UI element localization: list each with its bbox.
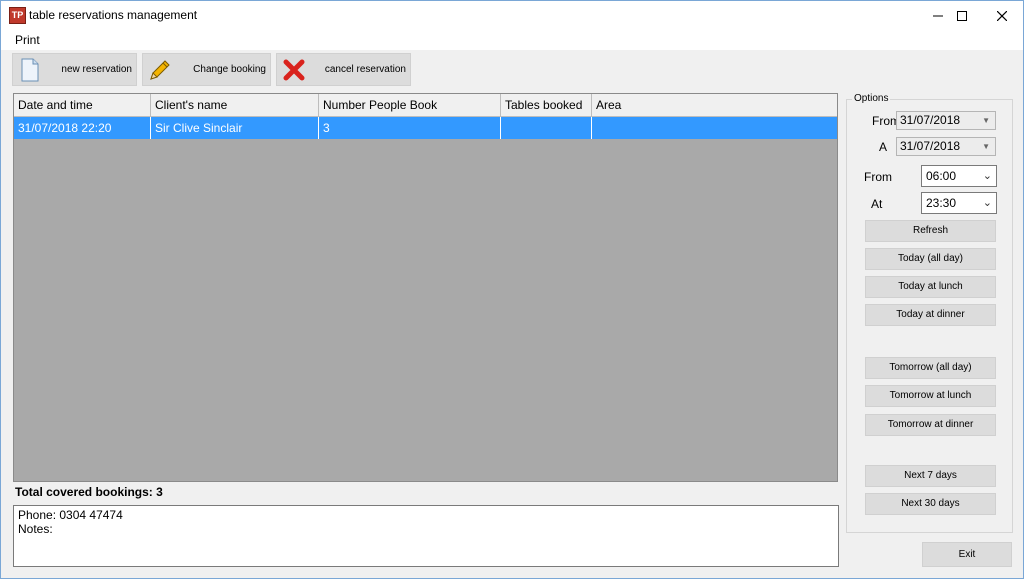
change-booking-label: Change booking bbox=[193, 64, 266, 75]
maximize-icon bbox=[957, 10, 967, 21]
dropdown-arrow-icon: ▼ bbox=[982, 142, 990, 151]
new-reservation-label: new reservation bbox=[61, 64, 132, 75]
new-reservation-button[interactable]: new reservation bbox=[12, 53, 137, 86]
refresh-button[interactable]: Refresh bbox=[865, 220, 996, 242]
time-from-label: From bbox=[864, 170, 892, 184]
date-to-value: 31/07/2018 bbox=[900, 139, 961, 153]
time-from-value: 06:00 bbox=[926, 169, 957, 183]
change-booking-button[interactable]: Change booking bbox=[142, 53, 271, 86]
app-icon: TP bbox=[9, 7, 26, 24]
red-x-icon bbox=[281, 57, 307, 83]
time-to-value: 23:30 bbox=[926, 196, 957, 210]
cell-area bbox=[592, 117, 837, 139]
tomorrow-all-day-button[interactable]: Tomorrow (all day) bbox=[865, 357, 996, 379]
notes-notes: Notes: bbox=[18, 522, 53, 536]
time-to-label: At bbox=[871, 197, 883, 211]
cell-date-time: 31/07/2018 22:20 bbox=[14, 117, 151, 139]
options-title: Options bbox=[852, 93, 891, 104]
time-from-select[interactable]: 06:00 ⌄ bbox=[921, 165, 997, 187]
cancel-reservation-label: cancel reservation bbox=[324, 64, 406, 75]
today-lunch-button[interactable]: Today at lunch bbox=[865, 276, 996, 298]
col-tables-booked[interactable]: Tables booked bbox=[501, 94, 592, 116]
date-to-label: A bbox=[879, 140, 888, 154]
next-30-days-button[interactable]: Next 30 days bbox=[865, 493, 996, 515]
menu-bar: Print bbox=[1, 30, 1023, 50]
tomorrow-dinner-button[interactable]: Tomorrow at dinner bbox=[865, 414, 996, 436]
cell-people: 3 bbox=[319, 117, 501, 139]
close-icon bbox=[997, 10, 1007, 21]
pencil-icon bbox=[147, 57, 173, 83]
today-all-day-button[interactable]: Today (all day) bbox=[865, 248, 996, 270]
date-from-picker[interactable]: 31/07/2018 ▼ bbox=[896, 111, 996, 130]
total-bookings: Total covered bookings: 3 bbox=[15, 485, 163, 499]
dropdown-arrow-icon: ▼ bbox=[982, 116, 990, 125]
grid-header: Date and time Client's name Number Peopl… bbox=[14, 94, 837, 117]
notes-textbox[interactable]: Phone: 0304 47474 Notes: bbox=[13, 505, 839, 567]
toolbar: new reservation Change booking cancel re… bbox=[1, 50, 1023, 90]
table-row[interactable]: 31/07/2018 22:20 Sir Clive Sinclair 3 bbox=[14, 117, 837, 139]
today-dinner-button[interactable]: Today at dinner bbox=[865, 304, 996, 326]
time-to-select[interactable]: 23:30 ⌄ bbox=[921, 192, 997, 214]
document-icon bbox=[17, 57, 43, 83]
close-button[interactable] bbox=[979, 1, 1024, 30]
date-to-picker[interactable]: 31/07/2018 ▼ bbox=[896, 137, 996, 156]
cancel-reservation-button[interactable]: cancel reservation bbox=[276, 53, 411, 86]
chevron-down-icon: ⌄ bbox=[982, 197, 992, 209]
menu-print[interactable]: Print bbox=[15, 33, 40, 47]
cell-client: Sir Clive Sinclair bbox=[151, 117, 319, 139]
col-client-name[interactable]: Client's name bbox=[151, 94, 319, 116]
col-number-people[interactable]: Number People Book bbox=[319, 94, 501, 116]
next-7-days-button[interactable]: Next 7 days bbox=[865, 465, 996, 487]
reservations-grid[interactable]: Date and time Client's name Number Peopl… bbox=[13, 93, 838, 482]
chevron-down-icon: ⌄ bbox=[982, 170, 992, 182]
title-bar: TP table reservations management bbox=[1, 1, 1023, 30]
tomorrow-lunch-button[interactable]: Tomorrow at lunch bbox=[865, 385, 996, 407]
col-area[interactable]: Area bbox=[592, 94, 837, 116]
cell-tables bbox=[501, 117, 592, 139]
window-title: table reservations management bbox=[29, 8, 198, 22]
app-window: TP table reservations management Print n… bbox=[0, 0, 1024, 579]
col-date-time[interactable]: Date and time bbox=[14, 94, 151, 116]
date-from-value: 31/07/2018 bbox=[900, 113, 961, 127]
exit-button[interactable]: Exit bbox=[922, 542, 1012, 567]
notes-phone: Phone: 0304 47474 bbox=[18, 508, 123, 522]
